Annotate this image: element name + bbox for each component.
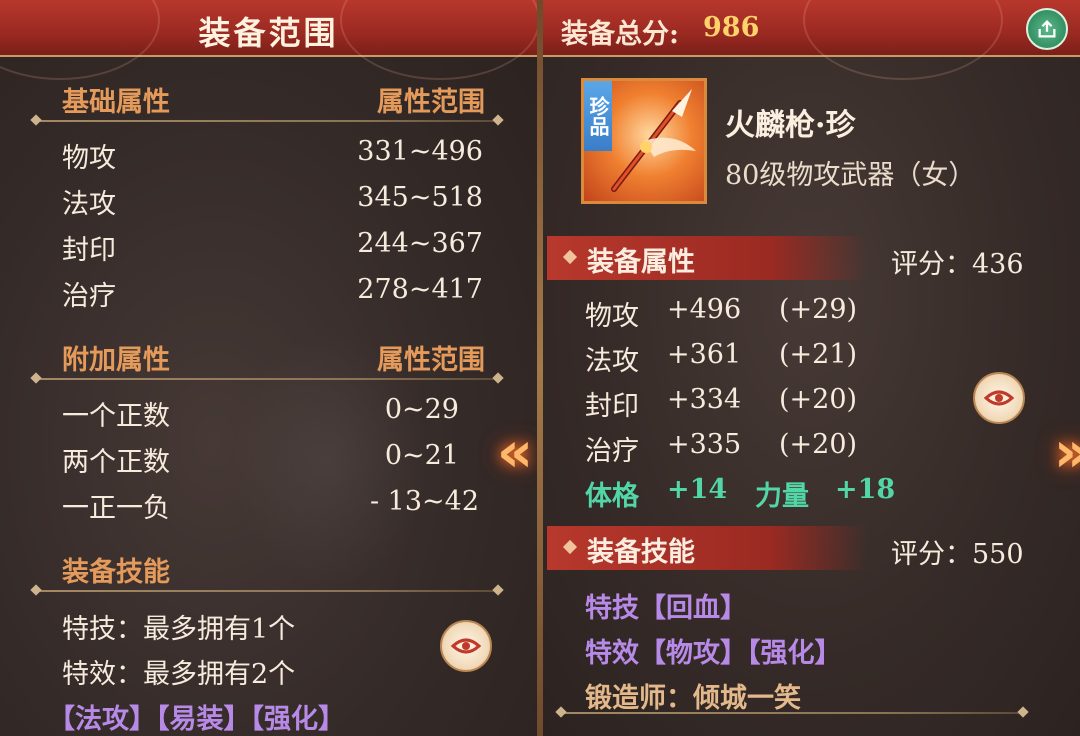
- extra-attr-value: +14: [667, 474, 728, 505]
- spear-weapon-icon[interactable]: 珍品: [581, 78, 707, 204]
- attr-value: +361: [667, 339, 742, 370]
- attr-section-header: 装备属性: [587, 247, 695, 278]
- attr-value: +334: [667, 384, 742, 415]
- extra-attr-name: 一个正数: [62, 401, 170, 432]
- attr-value: +335: [667, 429, 742, 460]
- skill-limit-text: 特技：最多拥有1个: [62, 614, 296, 645]
- base-range-header: 属性范围: [377, 87, 485, 118]
- base-attr-range: 345~518: [357, 182, 483, 213]
- attr-name: 封印: [585, 391, 639, 422]
- attr-bonus: (+29): [779, 294, 858, 325]
- effect-limit-text: 特效：最多拥有2个: [62, 659, 296, 690]
- panel-title: 装备范围: [198, 14, 339, 52]
- extra-attr-range: 0~29: [384, 394, 459, 425]
- eye-icon[interactable]: [440, 620, 492, 672]
- base-attr-range: 331~496: [357, 136, 483, 167]
- divider: [561, 712, 1023, 714]
- divider: [36, 378, 498, 380]
- extra-attr-range: 0~21: [384, 440, 459, 471]
- base-attr-range: 278~417: [357, 274, 483, 305]
- base-attr-name: 法攻: [62, 189, 116, 220]
- attr-bonus: (+20): [779, 384, 858, 415]
- nav-left-arrow-icon[interactable]: «: [492, 420, 537, 485]
- forger-name: 锻造师：倾城一笑: [585, 683, 801, 714]
- ribbon-diamond: [562, 539, 578, 555]
- skill-section-header: 装备技能: [587, 537, 695, 568]
- divider: [36, 120, 498, 122]
- total-score-value: 986: [703, 12, 760, 43]
- skill-score: 评分：550: [891, 539, 1024, 570]
- attr-bonus: (+20): [779, 429, 858, 460]
- item-subtitle: 80级物攻武器（女）: [725, 160, 976, 191]
- attr-name: 治疗: [585, 436, 639, 467]
- base-attr-header: 基础属性: [62, 87, 170, 118]
- base-attr-name: 物攻: [62, 143, 116, 174]
- left-title-bar: 装备范围: [0, 0, 537, 80]
- attr-score: 评分：436: [891, 249, 1024, 280]
- extra-attr-name: 两个正数: [62, 447, 170, 478]
- extra-range-header: 属性范围: [377, 345, 485, 376]
- eye-icon[interactable]: [973, 372, 1025, 424]
- ribbon-diamond: [562, 249, 578, 265]
- item-effect: 特效【物攻】【强化】: [585, 638, 842, 669]
- item-skill: 特技【回血】: [585, 593, 747, 624]
- attr-value: +496: [667, 294, 742, 325]
- attr-section-ribbon: 装备属性: [547, 236, 867, 280]
- total-score-label: 装备总分:: [561, 19, 679, 50]
- base-attr-name: 封印: [62, 235, 116, 266]
- effect-tags: 【法攻】【易装】【强化】: [48, 704, 345, 735]
- skill-section-ribbon: 装备技能: [547, 526, 867, 570]
- extra-attr-header: 附加属性: [62, 345, 170, 376]
- extra-attr-name: 体格: [585, 481, 639, 512]
- extra-attr-name: 一正一负: [62, 493, 170, 524]
- decor-swirl: [803, 0, 1003, 80]
- item-name: 火麟枪·珍: [725, 108, 856, 143]
- attr-bonus: (+21): [779, 339, 858, 370]
- base-attr-name: 治疗: [62, 281, 116, 312]
- equipment-range-panel: 装备范围 基础属性 属性范围 物攻 331~496 法攻 345~518 封印 …: [0, 0, 537, 736]
- equipment-detail-panel: 装备总分: 986 珍品 火麟枪·珍 80级物攻武器（女） 装备属性 评分：43…: [543, 0, 1080, 736]
- extra-attr-range: - 13~42: [369, 486, 479, 517]
- base-attr-range: 244~367: [357, 228, 483, 259]
- attr-name: 物攻: [585, 301, 639, 332]
- attr-name: 法攻: [585, 346, 639, 377]
- divider: [36, 590, 498, 592]
- skills-header: 装备技能: [62, 557, 170, 588]
- extra-attr-name: 力量: [755, 481, 809, 512]
- right-title-bar: 装备总分: 986: [543, 0, 1080, 80]
- extra-attr-value: +18: [835, 474, 896, 505]
- nav-right-arrow-icon[interactable]: »: [1049, 420, 1080, 485]
- share-icon[interactable]: [1026, 8, 1068, 50]
